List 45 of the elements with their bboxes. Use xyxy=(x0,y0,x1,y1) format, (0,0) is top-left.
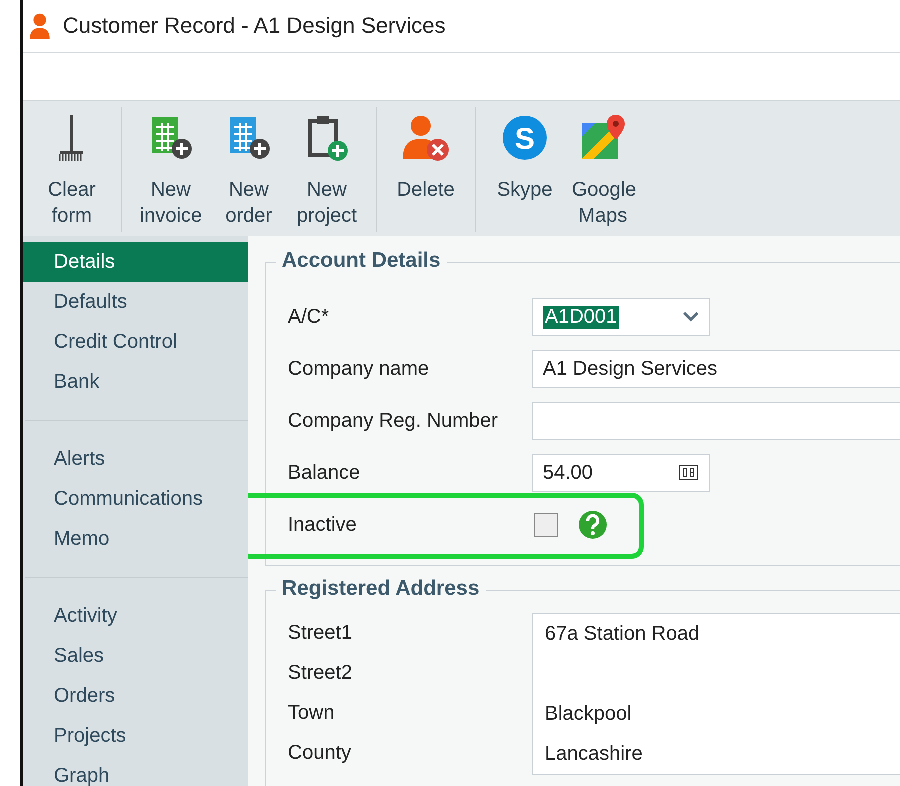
sidebar-item[interactable]: Communications xyxy=(23,479,248,519)
input-field[interactable]: A1 Design Services xyxy=(532,350,900,388)
sidebar-item[interactable]: Defaults xyxy=(23,282,248,322)
delete-person-icon xyxy=(401,113,451,163)
address-line: 67a Station Road xyxy=(545,622,701,647)
toolbar-button[interactable]: Delete xyxy=(391,105,461,232)
field-label: Company Reg. Number xyxy=(288,410,500,432)
balance-field[interactable]: 54.00 xyxy=(532,454,710,492)
field-label: A/C* xyxy=(288,306,330,328)
chevron-down-icon xyxy=(683,312,699,322)
field-label: Company name xyxy=(288,358,430,380)
address-line: Lancashire xyxy=(545,742,644,767)
toolbar-button[interactable]: New order xyxy=(214,105,284,232)
section-title: Registered Address xyxy=(276,577,486,601)
help-icon[interactable] xyxy=(578,510,608,540)
sidebar-item[interactable]: Activity xyxy=(23,596,248,636)
sidebar-item[interactable]: Sales xyxy=(23,636,248,676)
toolbar-button[interactable]: New invoice xyxy=(136,105,206,232)
toolbar-button[interactable]: Clear form xyxy=(37,105,107,232)
toolbar-button[interactable]: S Skype xyxy=(490,105,560,232)
field-label: Inactive xyxy=(288,514,358,536)
person-icon xyxy=(29,12,51,40)
skype-icon: S xyxy=(500,113,550,163)
field-label: Town xyxy=(288,701,336,726)
sidebar-item[interactable]: Memo xyxy=(23,519,248,559)
sidebar-item[interactable]: Graph xyxy=(23,756,248,786)
window-title: Customer Record - A1 Design Services xyxy=(63,13,446,39)
sidebar-item[interactable]: Bank xyxy=(23,362,248,402)
field-label: Street1 xyxy=(288,621,354,646)
sidebar-item[interactable]: Orders xyxy=(23,676,248,716)
field-label: Street2 xyxy=(288,661,354,686)
sidebar-item[interactable]: Alerts xyxy=(23,439,248,479)
field-label: Balance xyxy=(288,462,362,484)
toolbar-button[interactable]: Google Maps xyxy=(568,105,638,232)
toolbar-button[interactable]: New project xyxy=(292,105,362,232)
calculator-icon xyxy=(679,465,699,481)
checkbox[interactable] xyxy=(534,513,558,537)
field-label: County xyxy=(288,741,352,766)
input-field[interactable] xyxy=(532,402,900,440)
address-field[interactable]: 67a Station Road Blackpool Lancashire xyxy=(532,613,900,775)
sidebar-item[interactable]: Credit Control xyxy=(23,322,248,362)
sidebar-item[interactable]: Projects xyxy=(23,716,248,756)
account-dropdown[interactable]: A1D001 xyxy=(532,298,710,336)
sidebar-item[interactable]: Details xyxy=(23,242,248,282)
address-line: Blackpool xyxy=(545,702,633,727)
